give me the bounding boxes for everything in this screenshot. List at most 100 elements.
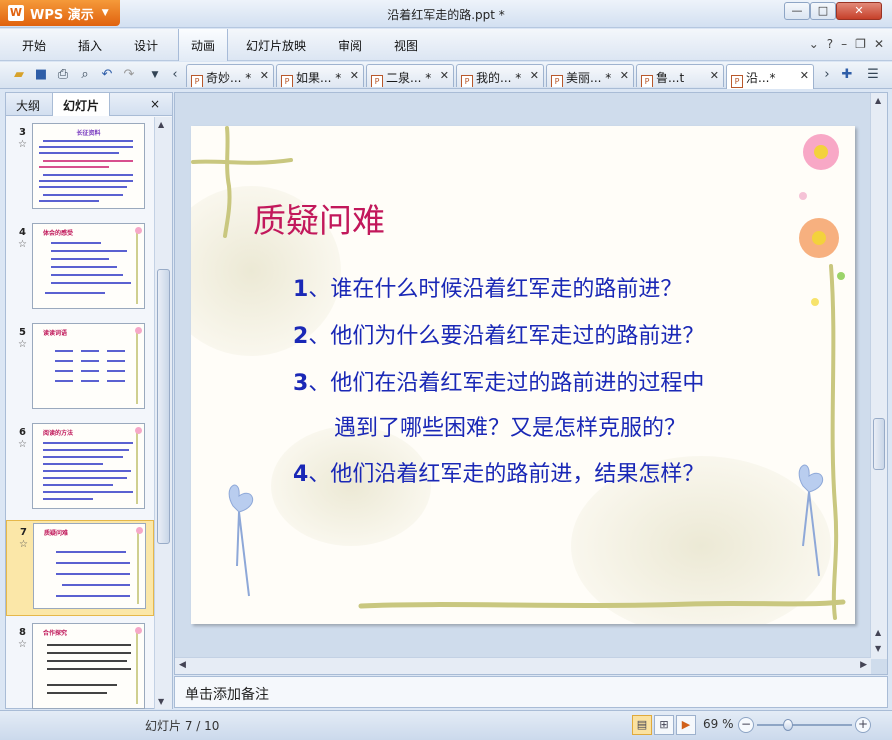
vertical-scrollbar[interactable]: ▲ ▲ ▼ [870,93,887,659]
thumbnail-scrollbar[interactable]: ▲ ▼ [154,117,172,709]
question-3[interactable]: 3、他们在沿着红军走过的路前进的过程中 [293,365,704,397]
zoom-slider[interactable] [757,719,852,731]
notes-pane[interactable]: 单击添加备注 [174,676,888,708]
slide-thumbnail-row-selected[interactable]: 7 ☆ 质疑问难 [6,520,154,616]
text-line [43,470,131,472]
close-tab-icon[interactable]: ✕ [350,69,359,82]
doc-tab-label: 沿...* [746,71,776,85]
slide-thumbnail[interactable]: 长征资料 [32,123,145,209]
text-line [43,174,133,176]
close-tab-icon[interactable]: ✕ [710,69,719,82]
scroll-up-icon[interactable]: ▲ [875,96,881,105]
zoom-out-icon[interactable]: − [738,717,754,733]
text-line [43,456,123,458]
text-line [47,644,131,646]
close-tab-icon[interactable]: ✕ [260,69,269,82]
text-line [107,360,125,362]
tabs-scroll-left-icon[interactable]: ‹ [166,66,184,84]
undo-icon[interactable]: ↶ [98,66,116,84]
slide-thumbnail-row[interactable]: 3 ☆ 长征资料 [6,121,154,217]
slide-thumbnail[interactable]: 合作探究 [32,623,145,709]
menu-design[interactable]: 设计 [134,37,158,54]
ppt-file-icon: P [281,75,293,87]
normal-view-icon[interactable]: ▤ [632,715,652,735]
restore-icon[interactable]: ❐ [855,37,866,51]
tab-slides[interactable]: 幻灯片 [52,93,111,116]
doc-tab[interactable]: P 如果... * ✕ [276,64,364,87]
zoom-in-icon[interactable]: + [855,717,871,733]
tab-list-icon[interactable]: ☰ [864,66,882,84]
text-line [55,360,73,362]
text-line [39,180,133,182]
quick-access-toolbar: ▰ ■ ⎙ ⌕ ↶ ↷ ▼ ‹ P 奇妙... * ✕ P 如果... * ✕ P二… [0,62,892,89]
scroll-right-icon[interactable]: ▶ [860,660,867,670]
redo-icon[interactable]: ↷ [120,66,138,84]
previous-slide-icon[interactable]: ▲ [875,628,881,637]
close-tab-icon[interactable]: ✕ [800,69,809,82]
thumbnail-title: 读读词语 [43,330,68,337]
scrollbar-thumb[interactable] [157,269,170,544]
question-1[interactable]: 1、谁在什么时候沿着红军走的路前进？ [293,271,682,303]
new-tab-icon[interactable]: ✚ [838,66,856,84]
slideshow-view-icon[interactable]: ▶ [676,715,696,735]
print-preview-icon[interactable]: ⌕ [76,66,94,84]
tabs-scroll-right-icon[interactable]: › [818,66,836,84]
doc-tab[interactable]: P 鲁...t ✕ [636,64,724,87]
text-line [39,152,119,154]
scrollbar-thumb[interactable] [873,418,885,470]
zoom-slider-knob[interactable] [783,719,794,731]
print-icon[interactable]: ⎙ [54,66,72,84]
doc-tab[interactable]: P 美丽... * ✕ [546,64,634,87]
slide-thumbnail[interactable]: 质疑问难 [33,523,146,609]
slide-title[interactable]: 质疑问难 [253,194,385,242]
doc-tab[interactable]: P 我的... * ✕ [456,64,544,87]
chevron-down-icon[interactable]: ⌄ [809,37,819,51]
thumbnail-title: 阅读的方法 [43,430,74,437]
close-tab-icon[interactable]: ✕ [620,69,629,82]
doc-tab-label: 奇妙... * [206,71,252,85]
question-2[interactable]: 2、他们为什么要沿着红军走过的路前进？ [293,318,704,350]
customize-toolbar-icon[interactable]: ▼ [146,66,164,84]
horizontal-scrollbar[interactable]: ◀ ▶ [175,657,871,674]
maximize-button[interactable]: □ [810,2,836,20]
title-bar: W WPS 演示 ▼ 沿着红军走的路.ppt * — □ ✕ [0,0,892,28]
doc-tab[interactable]: P 二泉... * ✕ [366,64,454,87]
next-slide-icon[interactable]: ▼ [875,644,881,653]
slide-thumbnail[interactable]: 体会的感受 [32,223,145,309]
scroll-up-icon[interactable]: ▲ [158,120,164,129]
minimize-icon[interactable]: – [841,37,847,51]
close-tab-icon[interactable]: ✕ [530,69,539,82]
minimize-button[interactable]: — [784,2,810,20]
menu-home[interactable]: 开始 [22,37,46,54]
slide-thumbnail-row[interactable]: 8 ☆ 合作探究 [6,621,154,709]
menu-slideshow[interactable]: 幻灯片放映 [246,37,306,54]
slide-thumbnail[interactable]: 阅读的方法 [32,423,145,509]
close-button[interactable]: ✕ [836,2,882,20]
close-tab-icon[interactable]: ✕ [440,69,449,82]
question-4[interactable]: 4、他们沿着红军走的路前进，结果怎样？ [293,456,704,488]
ppt-file-icon: P [731,75,743,88]
menu-animation[interactable]: 动画 [178,29,229,61]
slide-sorter-view-icon[interactable]: ⊞ [654,715,674,735]
doc-tab[interactable]: P 奇妙... * ✕ [186,64,274,87]
close-panel-icon[interactable]: × [140,93,170,116]
menu-view[interactable]: 视图 [394,37,418,54]
tab-outline[interactable]: 大纲 [6,93,50,116]
menu-review[interactable]: 审阅 [338,37,362,54]
scroll-left-icon[interactable]: ◀ [179,660,186,670]
animation-star-icon: ☆ [18,339,27,350]
slide-thumbnail-row[interactable]: 6 ☆ 阅读的方法 [6,421,154,517]
scroll-down-icon[interactable]: ▼ [158,697,164,706]
save-icon[interactable]: ■ [32,66,50,84]
doc-tab-active[interactable]: P 沿...* ✕ [726,64,814,89]
open-folder-icon[interactable]: ▰ [10,66,28,84]
close-icon[interactable]: ✕ [874,37,884,51]
menu-insert[interactable]: 插入 [78,37,102,54]
slide-canvas[interactable]: 质疑问难 1、谁在什么时候沿着红军走的路前进？ 2、他们为什么要沿着红军走过的路… [191,126,855,624]
question-3-continued[interactable]: 遇到了哪些困难？又是怎样克服的？ [334,410,686,442]
slide-thumbnail[interactable]: 读读词语 [32,323,145,409]
zoom-level[interactable]: 69 % [703,717,734,731]
slide-thumbnail-row[interactable]: 5 ☆ 读读词语 [6,321,154,417]
help-icon[interactable]: ? [827,37,833,51]
slide-thumbnail-row[interactable]: 4 ☆ 体会的感受 [6,221,154,317]
